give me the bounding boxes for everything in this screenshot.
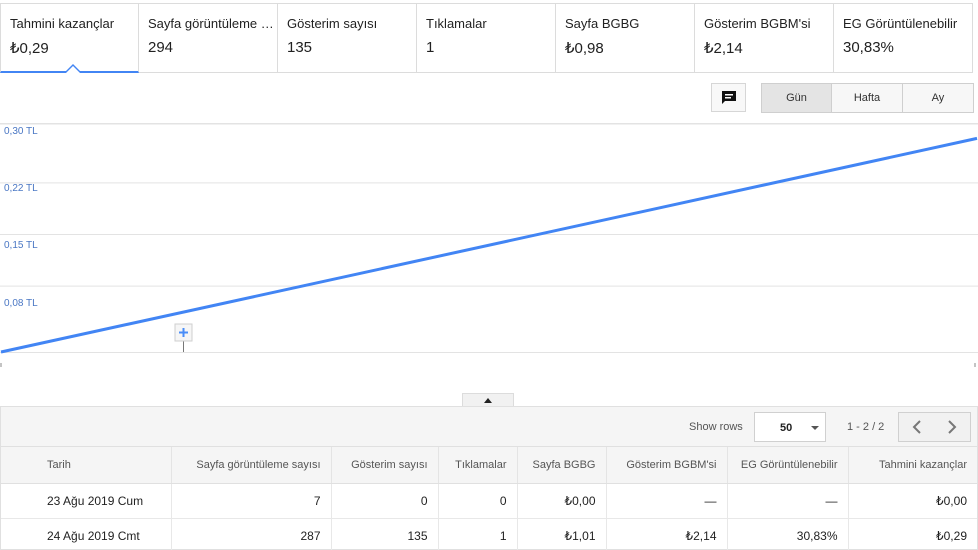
column-header-estimated-earnings[interactable]: Tahmini kazançlar [848, 447, 977, 484]
metric-tab-clicks[interactable]: Tıklamalar 1 [417, 3, 556, 73]
metric-value: 1 [426, 39, 435, 56]
column-header-impression-rpm[interactable]: Gösterim BGBM'si [606, 447, 728, 484]
earnings-series-line [0, 136, 978, 354]
granularity-day-button[interactable]: Gün [761, 83, 832, 113]
table-cell: — [606, 483, 728, 519]
column-header-date[interactable]: Tarih [1, 447, 172, 484]
metric-label: Tıklamalar [426, 16, 487, 31]
collapse-chart-button[interactable] [462, 393, 514, 407]
chart-canvas [0, 123, 978, 367]
table-cell: 23 Ağu 2019 Cum [1, 483, 172, 519]
next-page-button[interactable] [934, 412, 971, 442]
metric-tab-page-views[interactable]: Sayfa görüntüleme sayısı 294 [139, 3, 278, 73]
metric-tab-page-rpm[interactable]: Sayfa BGBG ₺0,98 [556, 3, 695, 73]
table-row: 23 Ağu 2019 Cum 7 0 0 ₺0,00 — — ₺0,00 [1, 483, 977, 519]
report-table: Show rows 50 1 - 2 / 2 Tarih Sayfa görün… [0, 406, 978, 550]
table-cell: ₺0,29 [848, 518, 977, 550]
y-tick-label: 0,15 TL [4, 240, 38, 251]
y-tick-label: 0,08 TL [4, 298, 38, 309]
table-cell: 135 [331, 518, 439, 550]
rows-per-page-value: 50 [780, 422, 793, 434]
table-cell: — [727, 483, 849, 519]
chevron-right-icon [948, 420, 957, 434]
rows-per-page-select[interactable]: 50 [754, 412, 826, 442]
chevron-up-icon [484, 398, 492, 403]
granularity-week-button[interactable]: Hafta [832, 83, 903, 113]
comment-icon [721, 91, 736, 104]
column-header-clicks[interactable]: Tıklamalar [438, 447, 518, 484]
metric-label: Gösterim sayısı [287, 16, 378, 31]
metric-tab-impression-rpm[interactable]: Gösterim BGBM'si ₺2,14 [695, 3, 834, 73]
add-annotation-marker[interactable] [174, 323, 193, 352]
metric-label: Sayfa görüntüleme sayısı [148, 16, 274, 31]
metric-label: Tahmini kazançlar [10, 16, 115, 31]
metric-label: Gösterim BGBM'si [704, 16, 811, 31]
metric-value: 135 [287, 39, 313, 56]
table-cell: ₺0,00 [848, 483, 977, 519]
table-cell: 0 [331, 483, 439, 519]
granularity-toggle: Gün Hafta Ay [761, 83, 974, 113]
column-header-page-rpm[interactable]: Sayfa BGBG [517, 447, 607, 484]
table-row: 24 Ağu 2019 Cmt 287 135 1 ₺1,01 ₺2,14 30… [1, 518, 977, 550]
table-cell: 1 [438, 518, 518, 550]
table-cell: ₺0,00 [517, 483, 607, 519]
table-cell: ₺1,01 [517, 518, 607, 550]
metric-value: 30,83% [843, 39, 894, 56]
metric-label: Sayfa BGBG [565, 16, 640, 31]
table-cell: 30,83% [727, 518, 849, 550]
granularity-month-button[interactable]: Ay [903, 83, 974, 113]
table-cell: 7 [171, 483, 332, 519]
y-tick-label: 0,30 TL [4, 126, 38, 137]
metric-value: 294 [148, 39, 174, 56]
table-cell: 287 [171, 518, 332, 550]
active-caret-fill [66, 66, 80, 73]
chevron-left-icon [912, 420, 921, 434]
plus-icon [182, 328, 185, 337]
earnings-chart: 0,30 TL 0,22 TL 0,15 TL 0,08 TL [0, 123, 978, 373]
metric-value: ₺0,98 [565, 40, 604, 57]
table-cell: 0 [438, 483, 518, 519]
table-cell: ₺2,14 [606, 518, 728, 550]
metric-value: ₺2,14 [704, 40, 743, 57]
table-pager: Show rows 50 1 - 2 / 2 [1, 407, 977, 447]
dropdown-arrow-icon [811, 426, 819, 430]
y-tick-label: 0,22 TL [4, 183, 38, 194]
metric-tabs: Tahmini kazançlar ₺0,29 Sayfa görüntülem… [0, 3, 978, 73]
page-range: 1 - 2 / 2 [847, 421, 885, 433]
column-header-active-view[interactable]: EG Görüntülenebilir [727, 447, 849, 484]
data-table: Tarih Sayfa görüntüleme sayısı Gösterim … [1, 447, 977, 550]
table-header-row: Tarih Sayfa görüntüleme sayısı Gösterim … [1, 447, 977, 484]
metric-tab-active-view-viewable[interactable]: EG Görüntülenebilir 30,83% [834, 3, 973, 73]
metric-label: EG Görüntülenebilir [843, 16, 958, 31]
column-header-impressions[interactable]: Gösterim sayısı [331, 447, 439, 484]
metric-value: ₺0,29 [10, 40, 49, 57]
annotation-button[interactable] [711, 83, 746, 112]
metric-tab-estimated-earnings[interactable]: Tahmini kazançlar ₺0,29 [0, 3, 139, 73]
metric-tab-impressions[interactable]: Gösterim sayısı 135 [278, 3, 417, 73]
show-rows-label: Show rows [689, 421, 743, 433]
column-header-page-views[interactable]: Sayfa görüntüleme sayısı [171, 447, 332, 484]
prev-page-button[interactable] [898, 412, 935, 442]
table-cell: 24 Ağu 2019 Cmt [1, 518, 172, 550]
